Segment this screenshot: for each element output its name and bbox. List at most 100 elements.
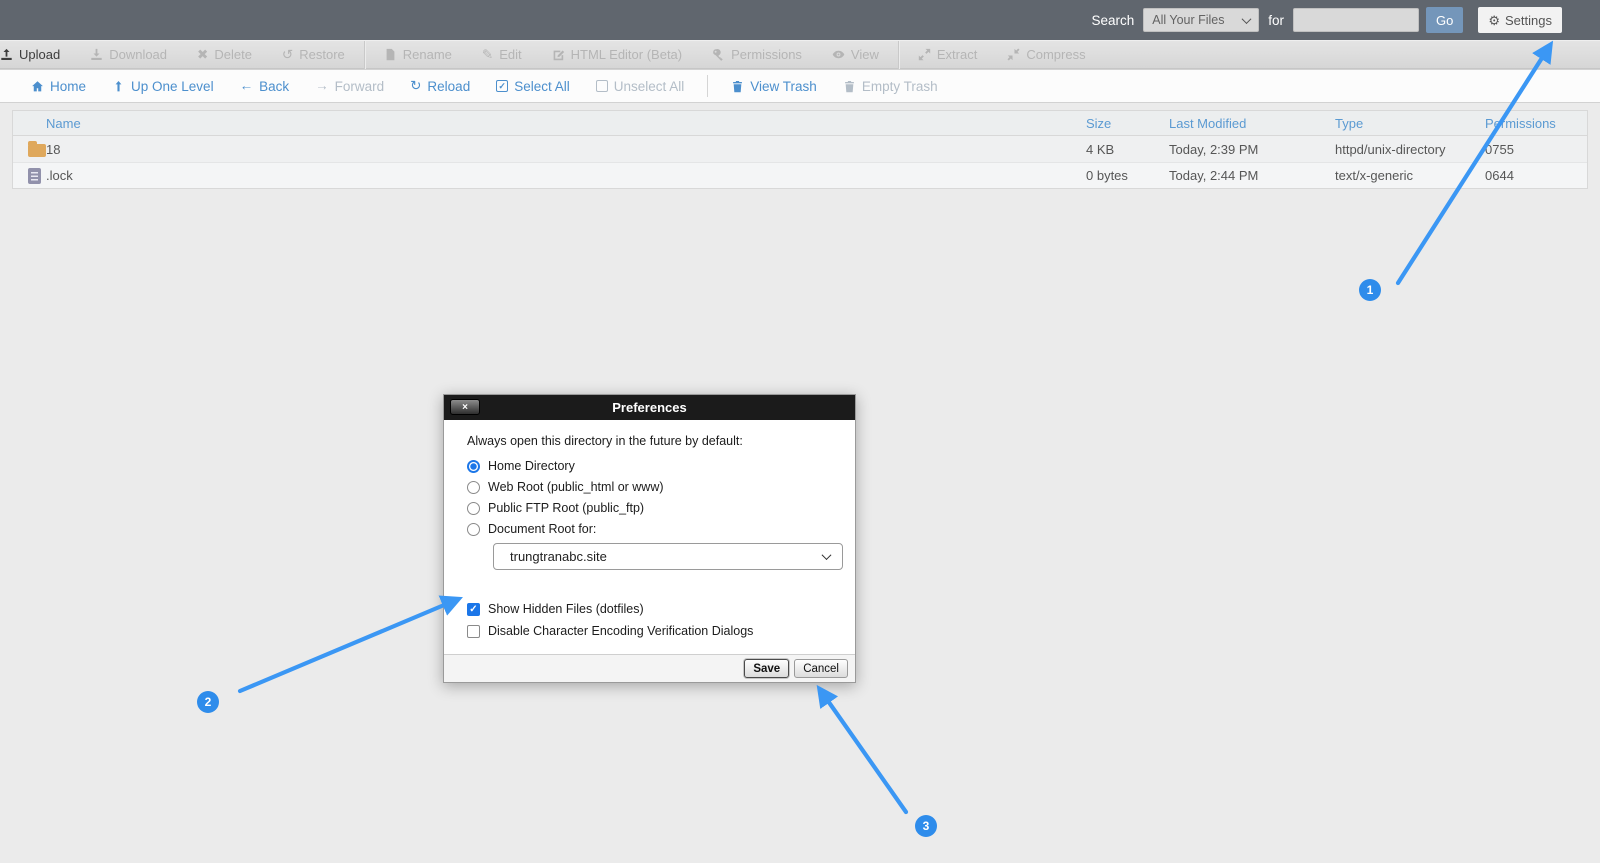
navigation-bar: Home Up One Level ← Back → Forward ↻ReloadSele… [0, 69, 1600, 103]
toolbar-restore[interactable]: ↺Restore [267, 47, 360, 62]
nav-item-label: Unselect All [614, 79, 685, 94]
size-cell: 0 bytes [1086, 168, 1169, 183]
settings-button[interactable]: ⚙ Settings [1478, 7, 1562, 33]
toolbar-edit[interactable]: ✎ Edit [467, 47, 537, 62]
nav-item-label: Home [50, 79, 86, 94]
navbar-divider [707, 75, 708, 97]
cancel-button[interactable]: Cancel [794, 659, 848, 678]
nav-item-label: Up One Level [131, 79, 214, 94]
document-root-select[interactable]: trungtranabc.site [493, 543, 843, 570]
radio-option-home-directory[interactable]: Home Directory [467, 459, 855, 473]
nav-up-one-level[interactable]: Up One Level [99, 79, 227, 94]
trash-icon [731, 80, 744, 93]
chevron-down-icon [822, 550, 832, 560]
table-header: Name Size Last Modified Type Permissions [13, 111, 1587, 136]
dialog-header: × Preferences [444, 395, 855, 420]
type-cell: httpd/unix-directory [1335, 142, 1485, 157]
radio-option-document-root-for[interactable]: Document Root for: [467, 522, 855, 536]
save-button[interactable]: Save [744, 659, 789, 678]
toolbar-extract[interactable]: Extract [903, 47, 992, 62]
annotation-step-3: 3 [915, 815, 937, 837]
download-icon [90, 48, 103, 61]
toolbar-html-editor-beta[interactable]: HTML Editor (Beta) [537, 47, 698, 62]
column-permissions[interactable]: Permissions [1485, 116, 1587, 131]
column-size[interactable]: Size [1086, 116, 1169, 131]
nav-select-all[interactable]: Select All [483, 79, 583, 94]
go-button[interactable]: Go [1426, 7, 1463, 33]
toolbar-item-label: Delete [214, 47, 252, 62]
toolbar-view[interactable]: View [817, 47, 894, 62]
toolbar-delete[interactable]: ✖Delete [182, 47, 267, 62]
nav-unselect-all[interactable]: Unselect All [583, 79, 698, 94]
folder-icon [28, 144, 46, 157]
up-one-level-icon [112, 80, 125, 93]
search-input[interactable] [1293, 8, 1419, 32]
toolbar: UploadDownload✖Delete↺Restore Rename ✎ Edit… [0, 40, 1600, 69]
toolbar-item-label: Extract [937, 47, 977, 62]
arrow-left-icon: ← [240, 79, 254, 93]
nav-back[interactable]: ← Back [227, 79, 303, 94]
nav-item-label: Empty Trash [862, 79, 938, 94]
nav-reload[interactable]: ↻Reload [397, 79, 483, 94]
gear-icon: ⚙ [1488, 14, 1500, 27]
column-last-modified[interactable]: Last Modified [1169, 116, 1335, 131]
table-row[interactable]: 184 KBToday, 2:39 PMhttpd/unix-directory… [13, 136, 1587, 162]
toolbar-divider [898, 41, 899, 69]
close-button[interactable]: × [450, 399, 480, 415]
dialog-title: Preferences [612, 400, 686, 415]
radio-option-public-ftp-root-public-ftp[interactable]: Public FTP Root (public_ftp) [467, 501, 855, 515]
checkbox-unchecked-icon [467, 625, 480, 638]
column-type[interactable]: Type [1335, 116, 1485, 131]
checkbox-checked-icon [467, 603, 480, 616]
column-name[interactable]: Name [46, 116, 1086, 131]
toolbar-upload[interactable]: Upload [0, 47, 75, 62]
toolbar-compress[interactable]: Compress [992, 47, 1100, 62]
toolbar-permissions[interactable]: Permissions [697, 47, 817, 62]
arrow-right-icon: → [315, 79, 329, 93]
toolbar-rename[interactable]: Rename [369, 47, 467, 62]
name-cell: 18 [46, 142, 1086, 157]
checkbox-option-label: Show Hidden Files (dotfiles) [488, 602, 644, 616]
toolbar-item-label: Rename [403, 47, 452, 62]
nav-item-label: Back [259, 79, 289, 94]
chevron-down-icon [1242, 14, 1252, 24]
annotation-arrow-2 [240, 600, 456, 691]
top-search-bar: Search All Your Files for Go ⚙ Settings [0, 0, 1600, 40]
toolbar-item-label: HTML Editor (Beta) [571, 47, 683, 62]
radio-option-label: Public FTP Root (public_ftp) [488, 501, 644, 515]
annotation-step-2: 2 [197, 691, 219, 713]
nav-item-label: View Trash [750, 79, 817, 94]
search-scope-select[interactable]: All Your Files [1143, 8, 1259, 32]
dialog-body: Always open this directory in the future… [444, 420, 855, 638]
radio-option-label: Document Root for: [488, 522, 596, 536]
file-icon [384, 48, 397, 61]
file-table: Name Size Last Modified Type Permissions… [12, 110, 1588, 189]
radio-option-web-root-public-html-or-www[interactable]: Web Root (public_html or www) [467, 480, 855, 494]
modified-cell: Today, 2:39 PM [1169, 142, 1335, 157]
radio-option-label: Web Root (public_html or www) [488, 480, 664, 494]
permissions-cell: 0755 [1485, 142, 1587, 157]
radio-unselected-icon [467, 523, 480, 536]
type-cell: text/x-generic [1335, 168, 1485, 183]
annotation-arrow-3 [821, 691, 906, 812]
checkbox-option-show-hidden-files-dotfiles[interactable]: Show Hidden Files (dotfiles) [467, 602, 855, 616]
size-cell: 4 KB [1086, 142, 1169, 157]
key-icon [712, 48, 725, 61]
toolbar-download[interactable]: Download [75, 47, 182, 62]
nav-forward[interactable]: → Forward [302, 79, 397, 94]
settings-label: Settings [1505, 13, 1552, 28]
pencil-icon: ✎ [482, 48, 493, 62]
table-row[interactable]: .lock0 bytesToday, 2:44 PMtext/x-generic… [13, 162, 1587, 188]
checkbox-checked-icon [496, 80, 508, 92]
nav-home[interactable]: Home [18, 79, 99, 94]
search-scope-value: All Your Files [1152, 13, 1224, 27]
radio-unselected-icon [467, 481, 480, 494]
preferences-dialog: × Preferences Always open this directory… [443, 394, 856, 683]
checkbox-option-disable-character-encoding-verification-dialogs[interactable]: Disable Character Encoding Verification … [467, 624, 855, 638]
nav-empty-trash[interactable]: Empty Trash [830, 79, 951, 94]
nav-item-label: Forward [335, 79, 385, 94]
html-editor-icon [552, 48, 565, 61]
trash-icon [843, 80, 856, 93]
toolbar-item-label: Edit [499, 47, 521, 62]
nav-view-trash[interactable]: View Trash [718, 79, 830, 94]
